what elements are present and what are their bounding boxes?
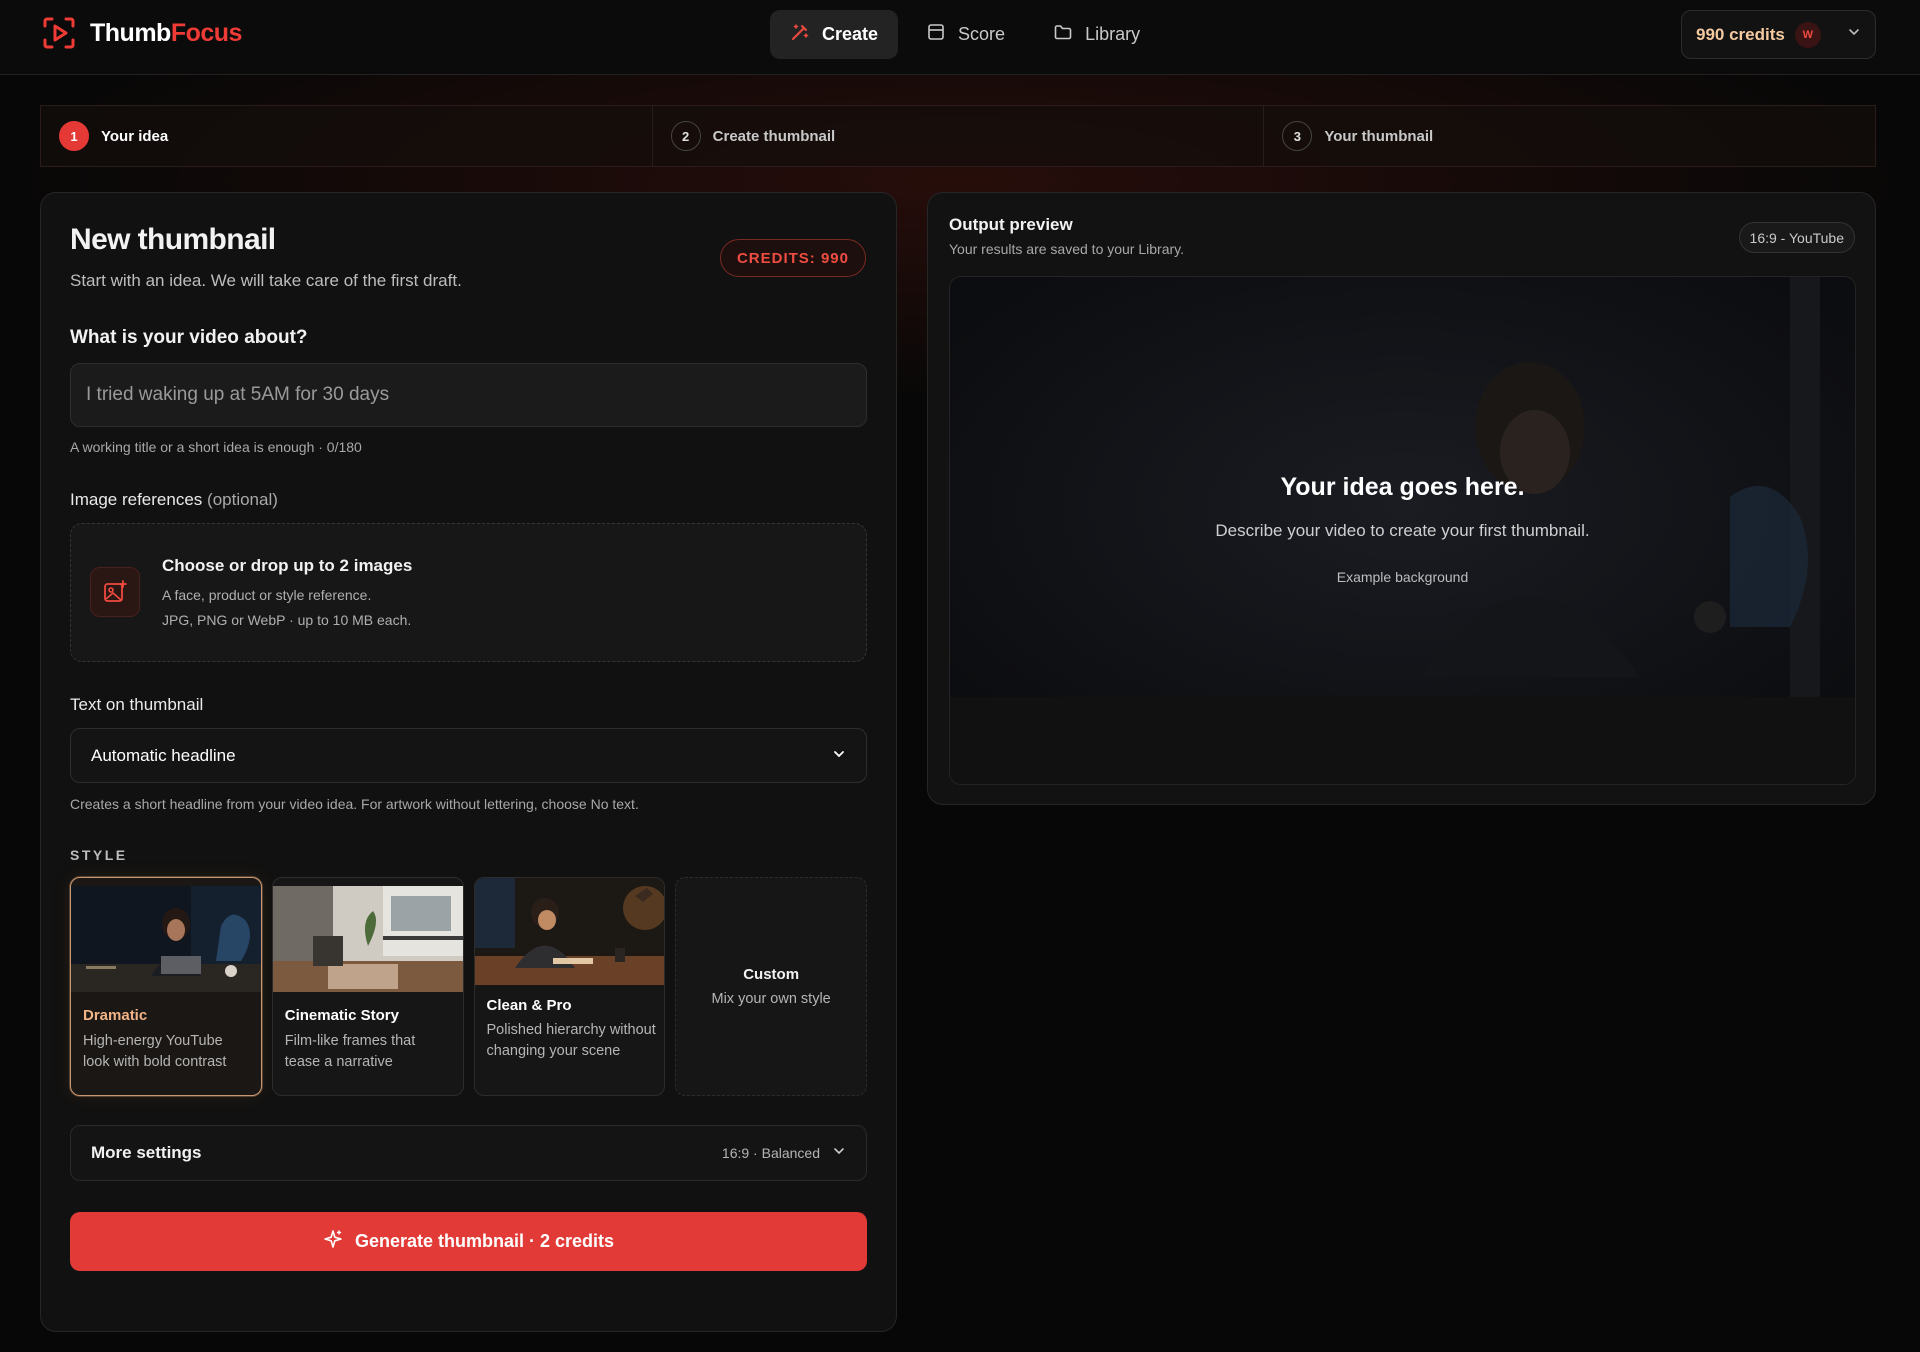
nav-score[interactable]: Score [906, 10, 1025, 59]
style-name: Cinematic Story [284, 1007, 399, 1024]
preview-title: Output preview [949, 215, 1073, 234]
step-number: 1 [59, 121, 89, 151]
avatar: W [1794, 21, 1821, 48]
account-menu[interactable]: 990 credits W [1681, 10, 1876, 59]
preview-subtitle: Your results are saved to your Library. [949, 241, 1185, 257]
dropzone-limits: JPG, PNG or WebP · up to 10 MB each. [162, 612, 412, 628]
progress-stepper: 1 Your idea 2 Create thumbnail 3 Your th… [40, 105, 1876, 167]
credits-count: 990 credits [1696, 24, 1785, 44]
chevron-down-icon [1847, 25, 1861, 44]
add-image-icon [90, 567, 140, 617]
nav-create[interactable]: Create [770, 10, 899, 59]
brand[interactable]: ThumbFocus [42, 16, 242, 50]
clean-pro-preview-image [474, 878, 665, 985]
style-description: Polished hierarchy without changing your… [486, 1022, 656, 1059]
new-thumbnail-form: New thumbnail Start with an idea. We wil… [40, 192, 897, 1332]
preview-canvas: Your idea goes here. Describe your video… [949, 276, 1856, 785]
preview-description: Describe your video to create your first… [1215, 521, 1590, 540]
step-number: 3 [1282, 121, 1313, 151]
cinematic-preview-image [272, 886, 463, 992]
play-logo-icon [42, 16, 76, 50]
main-nav: Create Score Library [770, 10, 1160, 59]
select-value: Automatic headline [91, 745, 236, 765]
generate-label: Generate thumbnail · 2 credits [354, 1231, 615, 1251]
preview-note: Example background [1336, 569, 1469, 585]
style-name: Clean & Pro [486, 997, 572, 1014]
text-helper: Creates a short headline from your video… [70, 796, 639, 812]
style-description: Film-like frames that tease a narrative [284, 1033, 416, 1070]
step-label: Create thumbnail [712, 127, 836, 145]
image-dropzone[interactable]: Choose or drop up to 2 images A face, pr… [70, 523, 867, 662]
idea-label: What is your video about? [70, 327, 308, 348]
step-label: Your idea [101, 127, 169, 145]
magic-wand-icon [790, 22, 810, 47]
style-name: Custom [743, 966, 800, 983]
page-subtitle: Start with an idea. We will take care of… [70, 271, 462, 290]
top-bar: ThumbFocus Create Score Library 990 cred… [0, 0, 1920, 75]
optional-tag: (optional) [207, 490, 278, 509]
chevron-down-icon [832, 1144, 846, 1163]
aspect-ratio-badge: 16:9 - YouTube [1738, 222, 1855, 253]
style-description: High-energy YouTube look with bold contr… [83, 1033, 227, 1070]
step-number: 2 [670, 121, 701, 151]
style-card-custom[interactable]: Custom Mix your own style [675, 877, 867, 1096]
page-title: New thumbnail [70, 223, 276, 256]
style-name: Dramatic [83, 1007, 148, 1024]
folder-icon [1053, 22, 1073, 47]
references-label: Image references (optional) [70, 490, 278, 509]
more-settings-label: More settings [91, 1143, 202, 1162]
step-label: Your thumbnail [1324, 127, 1434, 145]
preview-headline: Your idea goes here. [1280, 473, 1525, 501]
generate-thumbnail-button[interactable]: Generate thumbnail · 2 credits [70, 1212, 867, 1271]
dramatic-preview-image [71, 886, 261, 992]
style-card-dramatic[interactable]: Dramatic High-energy YouTube look with b… [70, 877, 262, 1096]
style-section-label: STYLE [70, 847, 128, 863]
idea-input[interactable] [70, 363, 867, 427]
dropzone-hint: A face, product or style reference. [162, 587, 372, 603]
step-your-idea[interactable]: 1 Your idea [41, 106, 652, 166]
style-options: Dramatic High-energy YouTube look with b… [70, 877, 867, 1096]
step-create-thumbnail[interactable]: 2 Create thumbnail [651, 106, 1264, 166]
chevron-down-icon [832, 746, 846, 766]
idea-helper: A working title or a short idea is enoug… [70, 439, 362, 455]
more-settings-toggle[interactable]: More settings 16:9 · Balanced [70, 1125, 867, 1181]
text-mode-select[interactable]: Automatic headline [70, 728, 867, 783]
step-your-thumbnail[interactable]: 3 Your thumbnail [1263, 106, 1875, 166]
style-card-clean-pro[interactable]: Clean & Pro Polished hierarchy without c… [473, 877, 666, 1096]
score-panel-icon [926, 22, 946, 47]
brand-name: ThumbFocus [90, 18, 242, 47]
text-on-thumbnail-label: Text on thumbnail [70, 695, 204, 714]
sparkles-icon [323, 1229, 343, 1254]
dropzone-title: Choose or drop up to 2 images [162, 556, 413, 575]
output-preview-panel: Output preview Your results are saved to… [927, 192, 1876, 805]
style-card-cinematic-story[interactable]: Cinematic Story Film-like frames that te… [271, 877, 464, 1096]
style-description: Mix your own style [711, 991, 831, 1007]
nav-library[interactable]: Library [1033, 10, 1160, 59]
credits-badge: CREDITS: 990 [719, 239, 866, 277]
more-settings-summary: 16:9 · Balanced [721, 1145, 820, 1161]
